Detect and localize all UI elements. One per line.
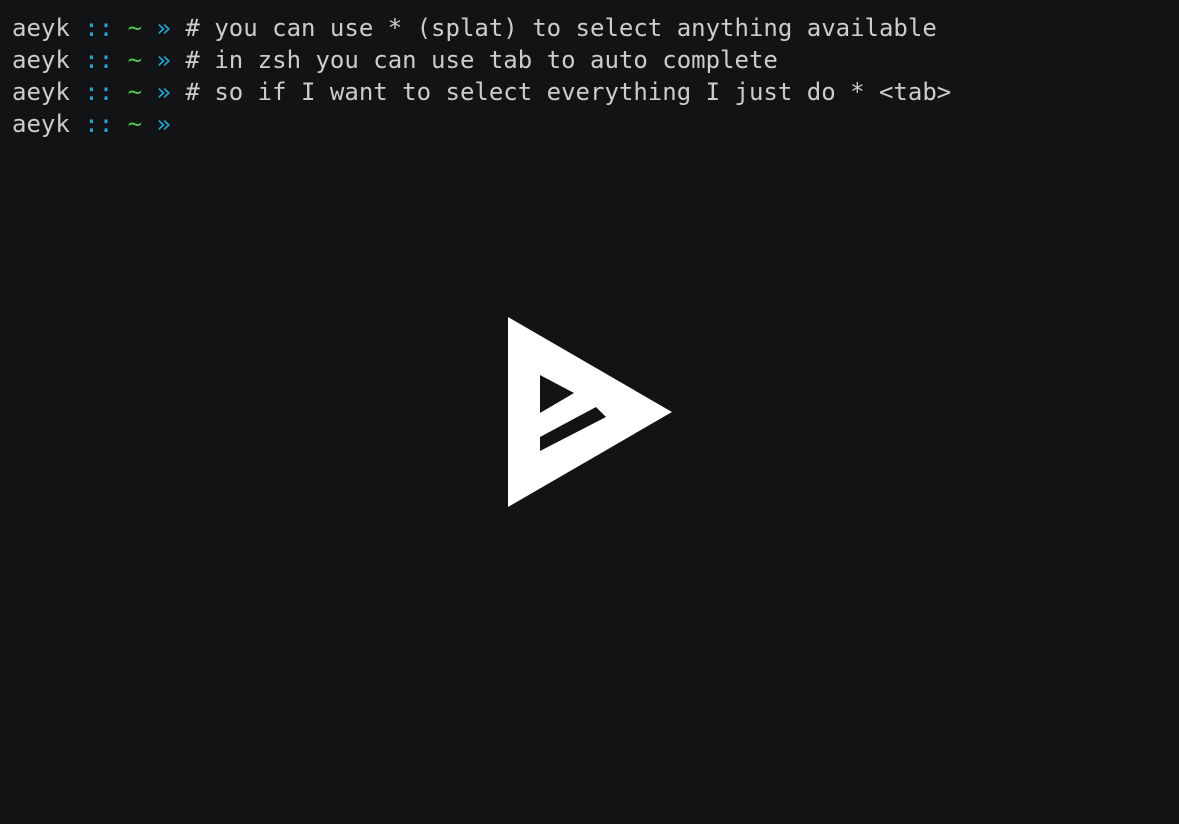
terminal-line: aeyk :: ~ » # so if I want to select eve… — [12, 76, 1167, 108]
prompt-arrow: » — [156, 46, 171, 74]
prompt-cwd: ~ — [127, 78, 143, 106]
prompt-arrow: » — [156, 14, 171, 42]
prompt-arrow: » — [156, 110, 171, 138]
prompt-user: aeyk — [12, 14, 70, 42]
asciinema-play-icon — [508, 317, 672, 507]
command-text: # you can use * (splat) to select anythi… — [185, 14, 937, 42]
terminal-line: aeyk :: ~ » # in zsh you can use tab to … — [12, 44, 1167, 76]
prompt-separator: :: — [84, 110, 114, 138]
prompt-separator: :: — [84, 46, 114, 74]
prompt-user: aeyk — [12, 46, 70, 74]
prompt-cwd: ~ — [127, 46, 143, 74]
terminal-line: aeyk :: ~ » # you can use * (splat) to s… — [12, 12, 1167, 44]
terminal-line: aeyk :: ~ » — [12, 108, 1167, 140]
play-button[interactable] — [506, 315, 674, 509]
prompt-user: aeyk — [12, 78, 70, 106]
prompt-user: aeyk — [12, 110, 70, 138]
terminal-window: aeyk :: ~ » # you can use * (splat) to s… — [0, 0, 1179, 824]
prompt-arrow: » — [156, 78, 171, 106]
prompt-separator: :: — [84, 14, 114, 42]
prompt-cwd: ~ — [127, 14, 143, 42]
command-text: # in zsh you can use tab to auto complet… — [185, 46, 778, 74]
command-text: # so if I want to select everything I ju… — [185, 78, 952, 106]
prompt-separator: :: — [84, 78, 114, 106]
prompt-cwd: ~ — [127, 110, 143, 138]
